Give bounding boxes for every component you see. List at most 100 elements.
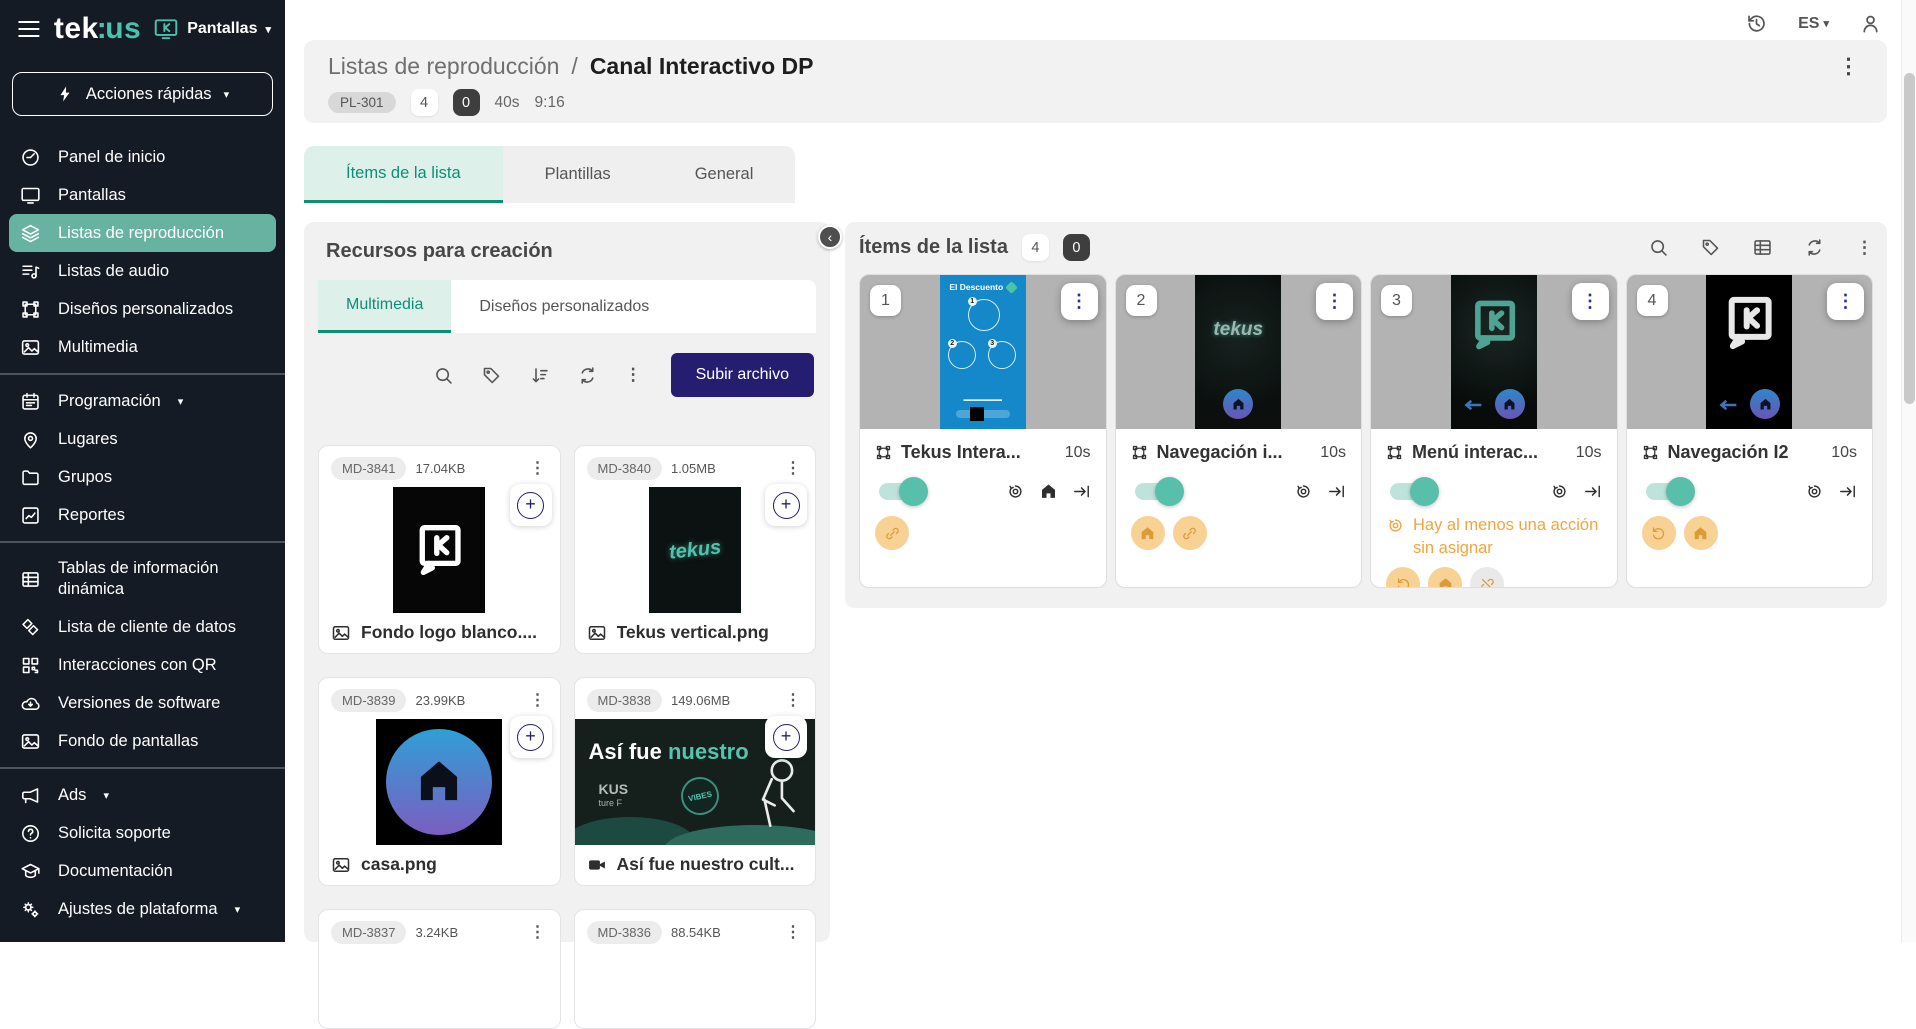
sidebar-item-fondo-pantallas[interactable]: Fondo de pantallas — [9, 722, 276, 760]
item-enabled-toggle[interactable] — [1390, 483, 1432, 500]
vector-frame-icon — [1131, 444, 1148, 461]
sidebar-item-lugares[interactable]: Lugares — [9, 420, 276, 458]
item-enabled-toggle[interactable] — [1646, 483, 1688, 500]
sidebar-item-ads[interactable]: Ads▾ — [9, 776, 276, 814]
playlist-item-card[interactable]: 2 ⋮ tekus Navegación i... 10s — [1115, 274, 1363, 588]
tab-general[interactable]: General — [653, 146, 796, 203]
sidebar-item-disenos-personalizados[interactable]: Diseños personalizados — [9, 290, 276, 328]
toolbar-kebab-menu[interactable]: ⋮ — [625, 365, 642, 385]
playlist-item-card[interactable]: 3 ⋮ Menú interac... 10s — [1370, 274, 1618, 588]
resource-kebab-menu[interactable]: ⋮ — [530, 461, 546, 477]
playlist-item-card[interactable]: 4 ⋮ Navegación I2 10s — [1626, 274, 1874, 588]
header-kebab-menu[interactable]: ⋮ — [1834, 54, 1863, 79]
sidebar-item-programacion[interactable]: Programación▾ — [9, 382, 276, 420]
home-action-chip[interactable] — [1684, 516, 1718, 550]
sidebar-item-grupos[interactable]: Grupos — [9, 458, 276, 496]
add-to-list-button[interactable]: + — [765, 716, 807, 758]
user-icon[interactable] — [1859, 12, 1882, 35]
item-kebab-menu[interactable]: ⋮ — [1061, 283, 1098, 320]
sidebar-item-listas-de-audio[interactable]: Listas de audio — [9, 252, 276, 290]
plus-circle-icon: + — [773, 492, 800, 519]
resource-name: casa.png — [361, 854, 437, 875]
sort-icon[interactable] — [529, 365, 550, 386]
sidebar-item-multimedia[interactable]: Multimedia — [9, 328, 276, 366]
item-enabled-toggle[interactable] — [1135, 483, 1177, 500]
add-to-list-button[interactable]: + — [510, 484, 552, 526]
quick-actions-button[interactable]: Acciones rápidas ▾ — [12, 72, 273, 116]
plus-circle-icon: + — [773, 724, 800, 751]
resource-kebab-menu[interactable]: ⋮ — [785, 693, 801, 709]
tag-icon[interactable] — [1700, 237, 1721, 258]
language-selector[interactable]: ES▾ — [1798, 15, 1829, 33]
breadcrumb[interactable]: Listas de reproducción — [328, 53, 559, 80]
item-duration: 10s — [1320, 444, 1346, 462]
history-icon[interactable] — [1745, 12, 1768, 35]
sidebar-item-versiones-software[interactable]: Versiones de software — [9, 684, 276, 722]
interaction-icon[interactable] — [1294, 482, 1313, 501]
collapse-panel-button[interactable]: ‹ — [818, 225, 842, 249]
sidebar-item-tablas-informacion-dinamica[interactable]: Tablas de información dinámica — [9, 550, 276, 608]
resource-card[interactable]: MD-3841 17.04KB ⋮ + Fondo logo blanco...… — [318, 445, 561, 654]
go-to-end-icon[interactable] — [1838, 482, 1857, 501]
sidebar-item-reportes[interactable]: Reportes — [9, 496, 276, 534]
undo-action-chip[interactable] — [1642, 516, 1676, 550]
resource-card[interactable]: MD-3840 1.05MB ⋮ + tekus Tekus vertical.… — [574, 445, 817, 654]
item-enabled-toggle[interactable] — [879, 483, 921, 500]
resource-card[interactable]: MD-3837 3.24KB ⋮ — [318, 909, 561, 1029]
resource-card[interactable]: MD-3838 149.06MB ⋮ + Así fue nuestro KUS… — [574, 677, 817, 886]
resource-kebab-menu[interactable]: ⋮ — [530, 693, 546, 709]
link-action-chip[interactable] — [1173, 516, 1207, 550]
broken-link-action-chip[interactable] — [1470, 567, 1504, 588]
home-action-chip[interactable] — [1131, 516, 1165, 550]
item-kebab-menu[interactable]: ⋮ — [1827, 283, 1864, 320]
interaction-icon[interactable] — [1550, 482, 1569, 501]
sidebar-item-ajustes-plataforma[interactable]: Ajustes de plataforma▾ — [9, 890, 276, 928]
search-icon[interactable] — [433, 365, 454, 386]
tag-icon[interactable] — [481, 365, 502, 386]
tab-plantillas[interactable]: Plantillas — [503, 146, 653, 203]
interaction-icon[interactable] — [1006, 482, 1025, 501]
resource-card[interactable]: MD-3839 23.99KB ⋮ + casa.png — [318, 677, 561, 886]
sync-icon[interactable] — [1804, 237, 1825, 258]
sidebar-item-listas-de-reproduccion[interactable]: Listas de reproducción — [9, 214, 276, 252]
resources-grid: MD-3841 17.04KB ⋮ + Fondo logo blanco...… — [318, 445, 816, 1029]
resource-kebab-menu[interactable]: ⋮ — [530, 925, 546, 941]
sync-icon[interactable] — [577, 365, 598, 386]
page-header: Listas de reproducción / Canal Interacti… — [304, 40, 1887, 123]
go-to-end-icon[interactable] — [1072, 482, 1091, 501]
hamburger-menu-icon[interactable] — [16, 16, 42, 42]
playlist-kebab-menu[interactable]: ⋮ — [1856, 238, 1873, 258]
tab-disenos-personalizados[interactable]: Diseños personalizados — [451, 280, 677, 333]
link-action-chip[interactable] — [875, 516, 909, 550]
scrollbar-thumb[interactable] — [1904, 73, 1915, 404]
resource-kebab-menu[interactable]: ⋮ — [785, 925, 801, 941]
add-to-list-button[interactable]: + — [765, 484, 807, 526]
go-to-end-icon[interactable] — [1327, 482, 1346, 501]
tab-items-de-la-lista[interactable]: Ítems de la lista — [304, 146, 503, 203]
sidebar-item-lista-cliente-datos[interactable]: Lista de cliente de datos — [9, 608, 276, 646]
sidebar-item-pantallas[interactable]: Pantallas — [9, 176, 276, 214]
add-to-list-button[interactable]: + — [510, 716, 552, 758]
search-icon[interactable] — [1648, 237, 1669, 258]
interaction-icon[interactable] — [1805, 482, 1824, 501]
table-view-icon[interactable] — [1752, 237, 1773, 258]
sidebar-item-panel-de-inicio[interactable]: Panel de inicio — [9, 138, 276, 176]
tab-multimedia[interactable]: Multimedia — [318, 280, 451, 333]
resource-card[interactable]: MD-3836 88.54KB ⋮ — [574, 909, 817, 1029]
playlist-item-card[interactable]: 1 ⋮ El Descuento 1 2 3 ▬▬▬▬▬▬▬ Tekus Int… — [859, 274, 1107, 588]
item-kebab-menu[interactable]: ⋮ — [1316, 283, 1353, 320]
sidebar-item-interacciones-qr[interactable]: Interacciones con QR — [9, 646, 276, 684]
resource-kebab-menu[interactable]: ⋮ — [785, 461, 801, 477]
layers-icon — [19, 222, 41, 244]
go-to-end-icon[interactable] — [1583, 482, 1602, 501]
item-thumbnail-band: 1 ⋮ El Descuento 1 2 3 ▬▬▬▬▬▬▬ — [860, 275, 1106, 429]
home-action-chip[interactable] — [1428, 567, 1462, 588]
workspace-selector[interactable]: Pantallas ▾ — [153, 16, 271, 42]
sidebar-item-documentacion[interactable]: Documentación — [9, 852, 276, 890]
upload-file-button[interactable]: Subir archivo — [671, 353, 814, 397]
sidebar-item-solicita-soporte[interactable]: Solicita soporte — [9, 814, 276, 852]
home-icon[interactable] — [1039, 482, 1058, 501]
cloud-download-icon — [19, 692, 41, 714]
item-kebab-menu[interactable]: ⋮ — [1572, 283, 1609, 320]
undo-action-chip[interactable] — [1386, 567, 1420, 588]
